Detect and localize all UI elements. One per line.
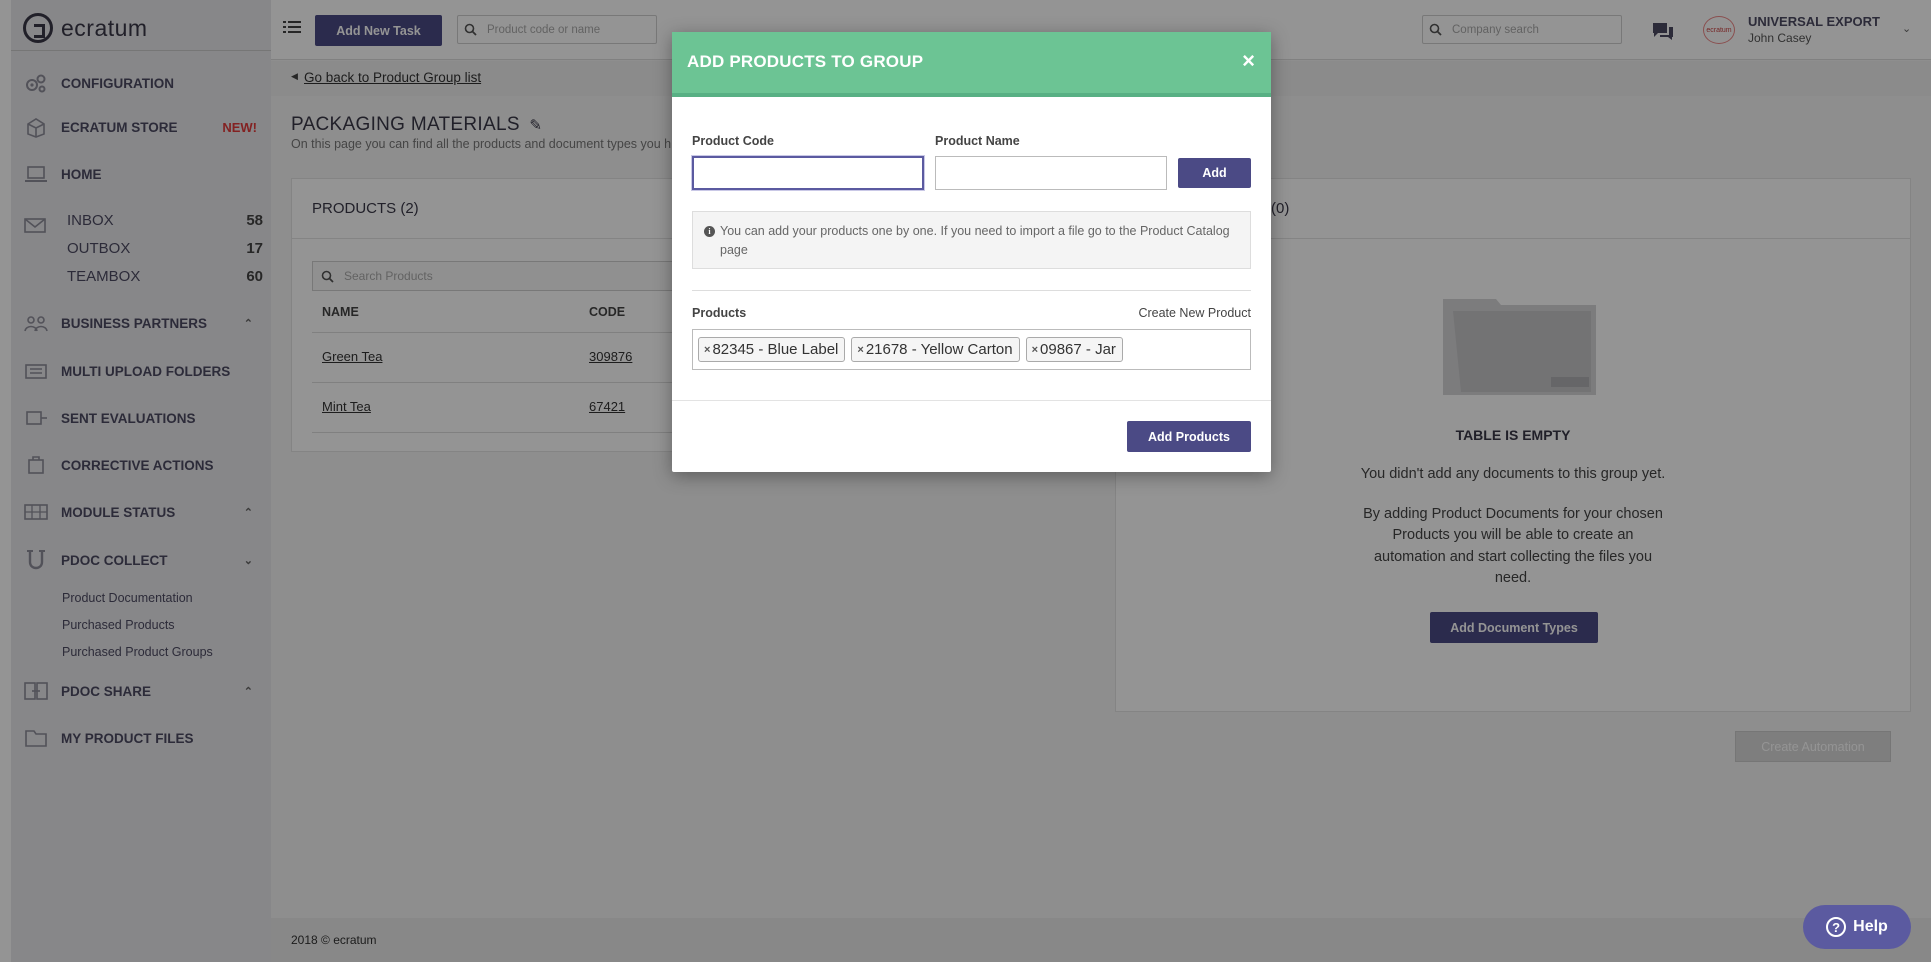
create-new-product-link[interactable]: Create New Product [1138,306,1251,320]
add-products-button[interactable]: Add Products [1127,421,1251,452]
remove-tag-icon[interactable]: × [857,344,863,356]
product-tag-label: 09867 - Jar [1040,341,1116,358]
product-code-input[interactable] [692,156,924,190]
info-icon: i [704,226,715,237]
product-tag[interactable]: × 09867 - Jar [1025,337,1123,362]
products-label: Products [692,306,747,320]
info-text: You can add your products one by one. If… [720,224,1230,257]
remove-tag-icon[interactable]: × [704,344,710,356]
help-label: Help [1853,918,1888,935]
remove-tag-icon[interactable]: × [1032,344,1038,356]
product-tag[interactable]: × 82345 - Blue Label [698,337,846,362]
question-icon: ? [1826,917,1847,937]
product-name-input[interactable] [935,156,1167,190]
modal-divider [692,290,1251,291]
product-tag-label: 82345 - Blue Label [712,341,839,358]
add-products-modal: ADD PRODUCTS TO GROUP × Product Code Pro… [672,32,1271,472]
help-button[interactable]: ? Help [1803,905,1911,949]
close-icon[interactable]: × [1242,48,1255,74]
add-button[interactable]: Add [1178,158,1251,188]
modal-footer-divider [672,400,1271,401]
product-code-label: Product Code [692,134,774,148]
products-tag-input[interactable]: × 82345 - Blue Label × 21678 - Yellow Ca… [692,329,1251,370]
modal-title: ADD PRODUCTS TO GROUP [687,52,924,71]
info-box: i You can add your products one by one. … [692,211,1251,269]
product-tag[interactable]: × 21678 - Yellow Carton [851,337,1020,362]
product-tag-label: 21678 - Yellow Carton [865,341,1013,358]
product-name-label: Product Name [935,134,1020,148]
modal-header: ADD PRODUCTS TO GROUP × [672,32,1271,97]
